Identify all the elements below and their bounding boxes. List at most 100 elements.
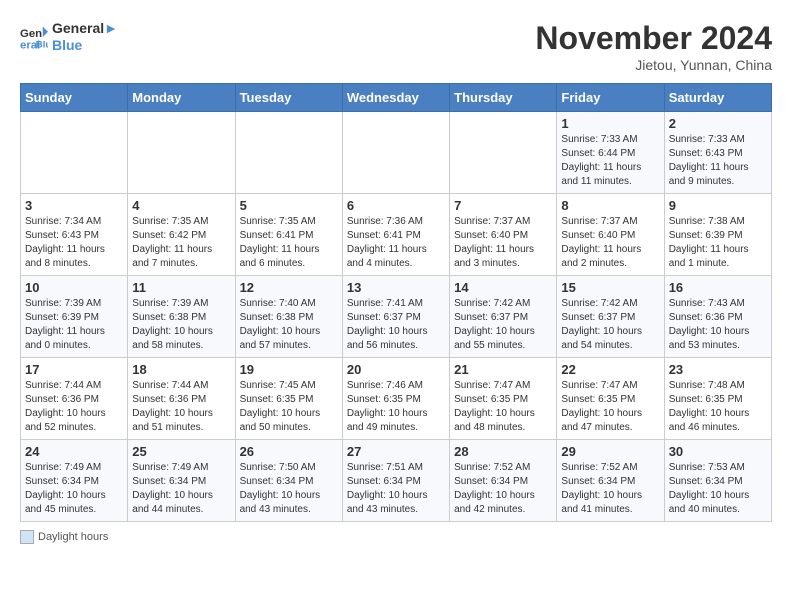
day-info: Sunrise: 7:36 AM Sunset: 6:41 PM Dayligh…	[347, 215, 445, 271]
calendar-cell: 23 Sunrise: 7:48 AM Sunset: 6:35 PM Dayli…	[664, 358, 771, 440]
calendar-cell: 26 Sunrise: 7:50 AM Sunset: 6:34 PM Dayli…	[235, 440, 342, 522]
day-info: Sunrise: 7:33 AM Sunset: 6:43 PM Dayligh…	[669, 133, 767, 189]
day-info: Sunrise: 7:39 AM Sunset: 6:38 PM Dayligh…	[132, 297, 230, 353]
weekday-header-cell: Wednesday	[342, 84, 449, 112]
calendar-cell: 13Sunrise: 7:41 AM Sunset: 6:37 PM Dayli…	[342, 276, 449, 358]
day-number: 8	[561, 198, 659, 213]
day-info: Sunrise: 7:47 AM Sunset: 6:35 PM Dayligh…	[454, 379, 552, 435]
calendar-cell: 28 Sunrise: 7:52 AM Sunset: 6:34 PM Dayli…	[450, 440, 557, 522]
day-number: 9	[669, 198, 767, 213]
day-number: 24	[25, 444, 123, 459]
day-number: 1	[561, 116, 659, 131]
calendar-cell: 24 Sunrise: 7:49 AM Sunset: 6:34 PM Dayli…	[21, 440, 128, 522]
day-number: 17	[25, 362, 123, 377]
day-info: Sunrise: 7:42 AM Sunset: 6:37 PM Dayligh…	[561, 297, 659, 353]
calendar-cell: 6Sunrise: 7:36 AM Sunset: 6:41 PM Daylig…	[342, 194, 449, 276]
footer: Daylight hours	[20, 530, 772, 544]
day-number: 12	[240, 280, 338, 295]
day-info: Sunrise: 7:51 AM Sunset: 6:34 PM Dayligh…	[347, 461, 445, 517]
day-number: 26	[240, 444, 338, 459]
weekday-header-row: SundayMondayTuesdayWednesdayThursdayFrid…	[21, 84, 772, 112]
day-info: Sunrise: 7:33 AM Sunset: 6:44 PM Dayligh…	[561, 133, 659, 189]
day-info: Sunrise: 7:37 AM Sunset: 6:40 PM Dayligh…	[454, 215, 552, 271]
day-number: 14	[454, 280, 552, 295]
calendar-cell: 1 Sunrise: 7:33 AM Sunset: 6:44 PM Daylig…	[557, 112, 664, 194]
calendar-cell: 9 Sunrise: 7:38 AM Sunset: 6:39 PM Daylig…	[664, 194, 771, 276]
day-number: 5	[240, 198, 338, 213]
calendar-cell	[21, 112, 128, 194]
day-info: Sunrise: 7:44 AM Sunset: 6:36 PM Dayligh…	[132, 379, 230, 435]
calendar-week-row: 3 Sunrise: 7:34 AM Sunset: 6:43 PM Daylig…	[21, 194, 772, 276]
day-number: 27	[347, 444, 445, 459]
day-info: Sunrise: 7:49 AM Sunset: 6:34 PM Dayligh…	[132, 461, 230, 517]
day-info: Sunrise: 7:45 AM Sunset: 6:35 PM Dayligh…	[240, 379, 338, 435]
day-info: Sunrise: 7:44 AM Sunset: 6:36 PM Dayligh…	[25, 379, 123, 435]
calendar-cell: 14Sunrise: 7:42 AM Sunset: 6:37 PM Dayli…	[450, 276, 557, 358]
calendar-cell: 7Sunrise: 7:37 AM Sunset: 6:40 PM Daylig…	[450, 194, 557, 276]
day-info: Sunrise: 7:35 AM Sunset: 6:42 PM Dayligh…	[132, 215, 230, 271]
calendar-cell: 20 Sunrise: 7:46 AM Sunset: 6:35 PM Dayli…	[342, 358, 449, 440]
day-info: Sunrise: 7:52 AM Sunset: 6:34 PM Dayligh…	[561, 461, 659, 517]
calendar-week-row: 24 Sunrise: 7:49 AM Sunset: 6:34 PM Dayli…	[21, 440, 772, 522]
logo-line2: Blue	[52, 37, 118, 54]
calendar-cell: 27 Sunrise: 7:51 AM Sunset: 6:34 PM Dayli…	[342, 440, 449, 522]
calendar-cell: 5 Sunrise: 7:35 AM Sunset: 6:41 PM Daylig…	[235, 194, 342, 276]
day-info: Sunrise: 7:37 AM Sunset: 6:40 PM Dayligh…	[561, 215, 659, 271]
day-number: 4	[132, 198, 230, 213]
day-number: 25	[132, 444, 230, 459]
calendar-cell: 2 Sunrise: 7:33 AM Sunset: 6:43 PM Daylig…	[664, 112, 771, 194]
day-info: Sunrise: 7:49 AM Sunset: 6:34 PM Dayligh…	[25, 461, 123, 517]
day-number: 29	[561, 444, 659, 459]
weekday-header-cell: Thursday	[450, 84, 557, 112]
day-number: 18	[132, 362, 230, 377]
day-number: 3	[25, 198, 123, 213]
day-info: Sunrise: 7:39 AM Sunset: 6:39 PM Dayligh…	[25, 297, 123, 353]
daylight-legend-box	[20, 530, 34, 544]
day-number: 21	[454, 362, 552, 377]
day-number: 15	[561, 280, 659, 295]
logo-line1: General►	[52, 20, 118, 37]
weekday-header-cell: Monday	[128, 84, 235, 112]
calendar-cell: 10 Sunrise: 7:39 AM Sunset: 6:39 PM Dayli…	[21, 276, 128, 358]
logo-icon: Gen eral Blue	[20, 23, 48, 51]
day-info: Sunrise: 7:47 AM Sunset: 6:35 PM Dayligh…	[561, 379, 659, 435]
month-title: November 2024	[535, 20, 772, 57]
daylight-label: Daylight hours	[38, 531, 108, 543]
logo: Gen eral Blue General► Blue	[20, 20, 118, 54]
day-info: Sunrise: 7:35 AM Sunset: 6:41 PM Dayligh…	[240, 215, 338, 271]
day-number: 19	[240, 362, 338, 377]
day-number: 10	[25, 280, 123, 295]
calendar-cell: 11 Sunrise: 7:39 AM Sunset: 6:38 PM Dayli…	[128, 276, 235, 358]
calendar-cell	[342, 112, 449, 194]
day-info: Sunrise: 7:38 AM Sunset: 6:39 PM Dayligh…	[669, 215, 767, 271]
day-info: Sunrise: 7:46 AM Sunset: 6:35 PM Dayligh…	[347, 379, 445, 435]
calendar-cell: 19 Sunrise: 7:45 AM Sunset: 6:35 PM Dayli…	[235, 358, 342, 440]
day-info: Sunrise: 7:41 AM Sunset: 6:37 PM Dayligh…	[347, 297, 445, 353]
calendar-body: 1 Sunrise: 7:33 AM Sunset: 6:44 PM Daylig…	[21, 112, 772, 522]
day-info: Sunrise: 7:52 AM Sunset: 6:34 PM Dayligh…	[454, 461, 552, 517]
day-info: Sunrise: 7:50 AM Sunset: 6:34 PM Dayligh…	[240, 461, 338, 517]
location: Jietou, Yunnan, China	[535, 57, 772, 73]
day-number: 23	[669, 362, 767, 377]
day-info: Sunrise: 7:34 AM Sunset: 6:43 PM Dayligh…	[25, 215, 123, 271]
calendar-cell: 17 Sunrise: 7:44 AM Sunset: 6:36 PM Dayli…	[21, 358, 128, 440]
calendar-cell	[450, 112, 557, 194]
day-number: 20	[347, 362, 445, 377]
calendar-cell: 16Sunrise: 7:43 AM Sunset: 6:36 PM Dayli…	[664, 276, 771, 358]
calendar-week-row: 1 Sunrise: 7:33 AM Sunset: 6:44 PM Daylig…	[21, 112, 772, 194]
calendar-cell: 12 Sunrise: 7:40 AM Sunset: 6:38 PM Dayli…	[235, 276, 342, 358]
weekday-header-cell: Saturday	[664, 84, 771, 112]
calendar-cell: 30Sunrise: 7:53 AM Sunset: 6:34 PM Dayli…	[664, 440, 771, 522]
daylight-legend: Daylight hours	[20, 530, 108, 544]
day-info: Sunrise: 7:48 AM Sunset: 6:35 PM Dayligh…	[669, 379, 767, 435]
day-number: 11	[132, 280, 230, 295]
day-number: 22	[561, 362, 659, 377]
day-info: Sunrise: 7:40 AM Sunset: 6:38 PM Dayligh…	[240, 297, 338, 353]
page-header: Gen eral Blue General► Blue November 202…	[20, 20, 772, 73]
calendar-cell: 3 Sunrise: 7:34 AM Sunset: 6:43 PM Daylig…	[21, 194, 128, 276]
day-number: 2	[669, 116, 767, 131]
day-number: 28	[454, 444, 552, 459]
calendar-cell: 4 Sunrise: 7:35 AM Sunset: 6:42 PM Daylig…	[128, 194, 235, 276]
calendar-week-row: 17 Sunrise: 7:44 AM Sunset: 6:36 PM Dayli…	[21, 358, 772, 440]
day-info: Sunrise: 7:53 AM Sunset: 6:34 PM Dayligh…	[669, 461, 767, 517]
